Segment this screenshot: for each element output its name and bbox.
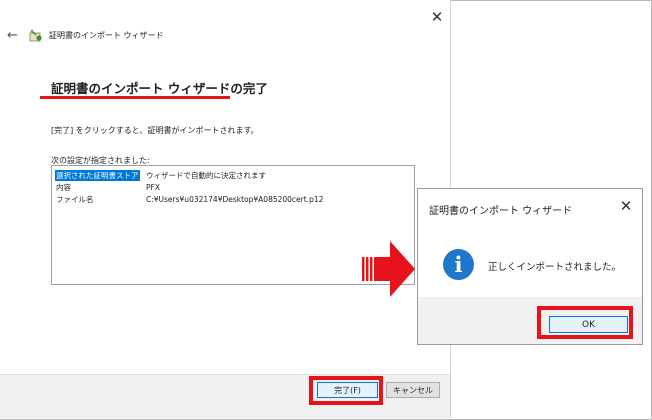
close-icon[interactable]: ✕ [429, 9, 445, 25]
cancel-button[interactable]: キャンセル [386, 382, 440, 398]
info-icon: i [443, 249, 474, 280]
settings-row-store: 選択された証明書ストア ウィザードで自動的に決定されます [55, 170, 412, 181]
settings-value: ウィザードで自動的に決定されます [146, 171, 266, 180]
message-box-title: 証明書のインポート ウィザード [429, 206, 573, 217]
back-arrow-icon[interactable]: ← [7, 29, 21, 43]
settings-row-content: 内容 PFX [56, 182, 412, 193]
close-icon[interactable]: ✕ [618, 198, 634, 214]
settings-value: C:¥Users¥u032174¥Desktop¥A085200cert.p12 [146, 195, 324, 204]
certificate-wizard-icon [29, 29, 42, 42]
completion-heading: 証明書のインポート ウィザードの完了 [51, 81, 268, 96]
settings-key: 内容 [56, 183, 71, 192]
settings-key: ファイル名 [56, 195, 94, 204]
instruction-text: [完了] をクリックすると、証明書がインポートされます。 [51, 126, 259, 135]
message-text: 正しくインポートされました。 [488, 262, 622, 273]
settings-value: PFX [146, 183, 160, 192]
settings-row-filename: ファイル名 C:¥Users¥u032174¥Desktop¥A085200ce… [56, 194, 412, 205]
heading-red-underline [40, 96, 230, 99]
red-arrow-icon [362, 241, 415, 297]
finish-highlight-box [309, 376, 383, 405]
settings-key: 選択された証明書ストア [55, 170, 140, 181]
ok-highlight-box [537, 306, 633, 339]
import-wizard-window: ✕ ← 証明書のインポート ウィザード 証明書のインポート ウィザードの完了 [… [0, 0, 451, 419]
wizard-title: 証明書のインポート ウィザード [49, 31, 164, 40]
